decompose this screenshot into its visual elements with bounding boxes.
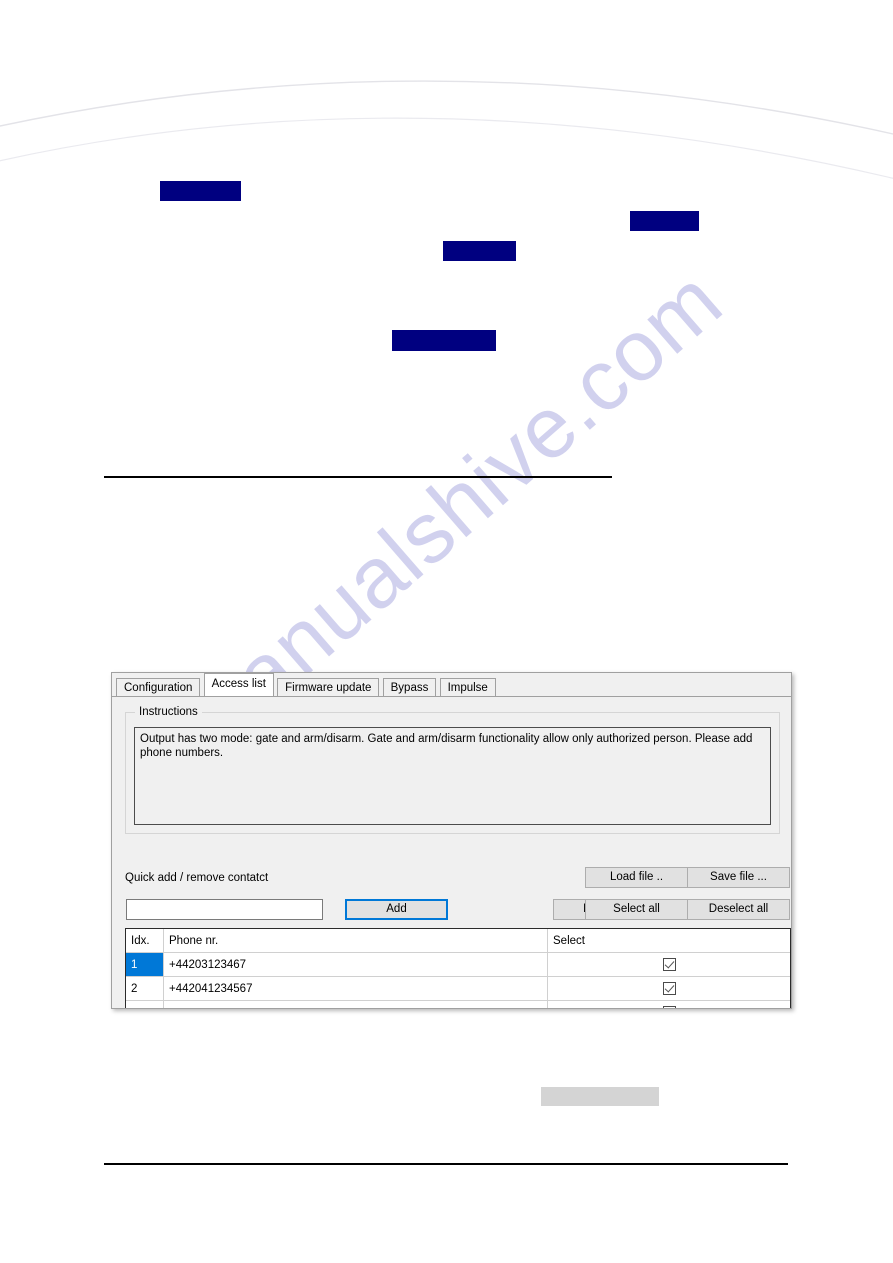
cell-select[interactable]: [547, 952, 790, 977]
tab-access-list[interactable]: Access list: [203, 673, 274, 696]
cell-index[interactable]: [126, 1000, 164, 1008]
footer-divider: [104, 1163, 788, 1165]
tab-bar: Configuration Access list Firmware updat…: [112, 673, 791, 697]
quick-add-label: Quick add / remove contatct: [125, 872, 269, 884]
config-dialog-window: Configuration Access list Firmware updat…: [111, 672, 792, 1009]
column-header-select: Select: [547, 929, 790, 953]
cell-select[interactable]: [547, 976, 790, 1001]
save-file-button[interactable]: Save file ...: [687, 867, 790, 888]
grid-header-row: Idx. Phone nr. Select: [126, 929, 790, 953]
add-button[interactable]: Add: [345, 899, 448, 920]
instructions-group: Instructions Output has two mode: gate a…: [125, 705, 780, 834]
cell-phone-number[interactable]: [163, 1000, 548, 1008]
deselect-all-button[interactable]: Deselect all: [687, 899, 790, 920]
checkbox-checked-icon[interactable]: [662, 958, 676, 971]
cell-select[interactable]: [547, 1000, 790, 1008]
cell-index[interactable]: 2: [126, 976, 164, 1001]
access-list-grid[interactable]: Idx. Phone nr. Select 1 +44203123467 2 +442…: [125, 928, 791, 1008]
redaction-block-1: [160, 181, 241, 201]
select-all-button[interactable]: Select all: [585, 899, 688, 920]
background-arcs: [0, 80, 893, 179]
table-row[interactable]: 1 +44203123467: [126, 952, 790, 977]
cell-phone-number[interactable]: +442041234567: [163, 976, 548, 1001]
tab-configuration[interactable]: Configuration: [116, 678, 201, 696]
tab-panel-access-list: Instructions Output has two mode: gate a…: [112, 697, 791, 1008]
redaction-block-2: [630, 211, 699, 231]
cell-index[interactable]: 1: [126, 952, 164, 977]
cell-phone-number[interactable]: +44203123467: [163, 952, 548, 977]
column-header-phone: Phone nr.: [163, 929, 548, 953]
section-divider-upper: [104, 476, 612, 478]
checkbox-unchecked-icon[interactable]: [662, 1006, 676, 1008]
tab-impulse[interactable]: Impulse: [439, 678, 496, 696]
contact-input[interactable]: [126, 899, 323, 920]
document-page: manualshive.com Configuration Access lis…: [0, 0, 893, 1263]
table-row[interactable]: 2 +442041234567: [126, 976, 790, 1001]
column-header-idx: Idx.: [126, 929, 164, 953]
redaction-block-3: [443, 241, 516, 261]
redaction-block-5: [541, 1087, 659, 1106]
load-file-button[interactable]: Load file ..: [585, 867, 688, 888]
table-row[interactable]: [126, 1000, 790, 1008]
instructions-text: Output has two mode: gate and arm/disarm…: [134, 727, 771, 825]
tab-bypass[interactable]: Bypass: [382, 678, 437, 696]
checkbox-checked-icon[interactable]: [662, 982, 676, 995]
instructions-legend: Instructions: [135, 705, 202, 719]
redaction-block-4: [392, 330, 496, 351]
tab-firmware-update[interactable]: Firmware update: [277, 678, 380, 696]
